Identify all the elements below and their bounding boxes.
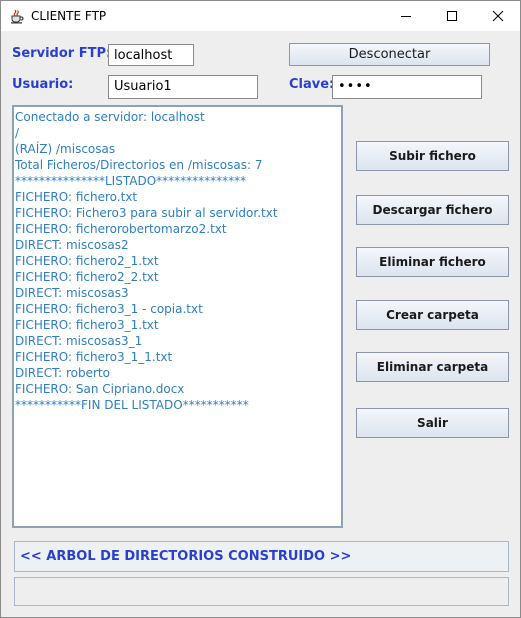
user-label: Usuario: [12,77,74,92]
listing-line: ***********FIN DEL LISTADO*********** [15,398,249,412]
listing-line: FICHERO: fichero3_1_1.txt [15,350,173,364]
listing-line: FICHERO: fichero2_2.txt [15,270,159,284]
user-field[interactable]: Usuario1 [108,75,258,99]
listing-line: FICHERO: Fichero3 para subir al servidor… [15,206,278,220]
listing-line: DIRECT: miscosas2 [15,238,129,252]
delete-file-button[interactable]: Eliminar fichero [356,247,509,277]
listing-line: FICHERO: fichero2_1.txt [15,254,159,268]
minimize-button[interactable] [383,1,429,31]
minimize-icon [400,7,412,26]
listing-line: FICHERO: ficherorobertomarzo2.txt [15,222,227,236]
exit-button[interactable]: Salir [356,408,509,438]
file-listing[interactable]: Conectado a servidor: localhost / (RAÍZ) /… [12,105,343,528]
listing-line: FICHERO: fichero3_1 - copia.txt [15,302,203,316]
create-folder-button[interactable]: Crear carpeta [356,300,509,330]
listing-line: (RAÍZ) /miscosas [15,142,116,156]
server-field[interactable]: localhost [108,44,194,66]
close-icon [492,7,504,26]
maximize-icon [446,7,458,26]
status-message: << ARBOL DE DIRECTORIOS CONSTRUIDO >> [20,549,352,564]
title-bar[interactable]: CLIENTE FTP [1,1,520,31]
listing-line: / [15,126,20,140]
listing-line: Conectado a servidor: localhost [15,110,205,124]
listing-line: FICHERO: San Cipriano.docx [15,382,185,396]
delete-folder-button[interactable]: Eliminar carpeta [356,352,509,382]
password-field[interactable]: •••• [332,75,482,99]
ftp-client-window: CLIENTE FTP Servidor FTP: localhost Desc… [0,0,521,618]
listing-line: DIRECT: roberto [15,366,110,380]
status-panel: << ARBOL DE DIRECTORIOS CONSTRUIDO >> [14,541,509,572]
listing-line: ***************LISTADO*************** [15,174,247,188]
listing-line: FICHERO: fichero.txt [15,190,138,204]
password-label: Clave: [289,77,335,92]
content-pane: Servidor FTP: localhost Desconectar Usua… [1,31,520,617]
java-cup-icon [9,8,25,24]
server-label: Servidor FTP: [12,46,112,61]
disconnect-button[interactable]: Desconectar [289,43,490,66]
maximize-button[interactable] [429,1,475,31]
upload-file-button[interactable]: Subir fichero [356,141,509,171]
listing-line: FICHERO: fichero3_1.txt [15,318,159,332]
window-title: CLIENTE FTP [31,9,107,23]
download-file-button[interactable]: Descargar fichero [356,195,509,225]
listing-line: DIRECT: miscosas3 [15,286,129,300]
secondary-status-panel [14,577,509,606]
listing-line: DIRECT: miscosas3_1 [15,334,143,348]
listing-line: Total Ficheros/Directorios en /miscosas:… [15,158,263,172]
close-button[interactable] [475,1,521,31]
